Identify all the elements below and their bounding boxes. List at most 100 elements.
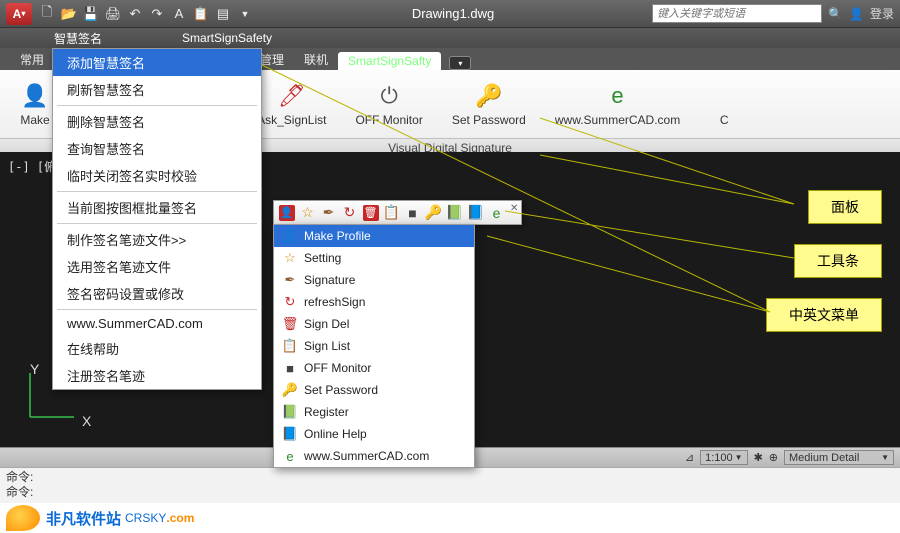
toolbar-btn-0[interactable]: 👤 xyxy=(277,203,296,222)
app-menu-button[interactable]: A▾ xyxy=(6,3,32,25)
title-bar: A▾ 🗋 📂 💾 🖨 ↶ ↷ A 📋 ▤ ▼ Drawing1.dwg 🔍 👤 … xyxy=(0,0,900,28)
cn-menu-item[interactable]: 临时关闭签名实时校验 xyxy=(53,162,261,189)
scale-control[interactable]: 1:100▼ xyxy=(700,450,747,465)
search-icon[interactable]: 🔍 xyxy=(828,7,843,21)
toolbar-btn-9[interactable]: 📘 xyxy=(466,203,485,222)
menu-item-icon: ✒ xyxy=(282,272,298,288)
en-menu-item[interactable]: 📋Sign List xyxy=(274,335,474,357)
logo-text-cn: 非凡软件站 xyxy=(46,508,121,529)
menu-item-label: Signature xyxy=(304,273,355,287)
viewport-label[interactable]: [-] [俯 xyxy=(8,158,56,175)
menu-cn[interactable]: 智慧签名 xyxy=(54,30,102,47)
paste-icon[interactable]: 📋 xyxy=(192,5,210,23)
cmd-prompt: 命令: xyxy=(6,485,894,500)
menu-item-icon: ■ xyxy=(282,360,298,376)
en-menu-item[interactable]: ewww.SummerCAD.com xyxy=(274,445,474,467)
ribbon-btn-6[interactable]: e www.SummerCAD.com xyxy=(541,74,695,134)
tab-online[interactable]: 联机 xyxy=(294,49,338,70)
cn-menu-item[interactable]: 刷新智慧签名 xyxy=(53,76,261,103)
menu-item-label: www.SummerCAD.com xyxy=(304,449,429,463)
layer-icon[interactable]: ▤ xyxy=(214,5,232,23)
print-icon[interactable]: 🖨 xyxy=(104,5,122,23)
menu-item-icon: 🗑 xyxy=(282,316,298,332)
en-menu-item[interactable]: ☆Setting xyxy=(274,247,474,269)
toolbar-btn-7[interactable]: 🔑 xyxy=(424,203,443,222)
ribbon-btn-5[interactable]: 🔑 Set Password xyxy=(438,74,541,134)
en-menu-item[interactable]: 👤Make Profile xyxy=(274,225,474,247)
menu-item-icon: 👤 xyxy=(282,228,298,244)
toolbar-btn-4[interactable]: 🗑 xyxy=(361,203,380,222)
cn-menu-item[interactable]: 添加智慧签名 xyxy=(53,49,261,76)
ribbon-btn-7[interactable]: C xyxy=(695,74,754,134)
logo-text-en: CRSKY.com xyxy=(125,511,194,525)
menu-item-icon: ☆ xyxy=(282,250,298,266)
new-icon[interactable]: 🗋 xyxy=(38,5,56,23)
ribbon-label: Make xyxy=(20,113,49,127)
scale-icon[interactable]: ⊿ xyxy=(685,451,694,464)
login-link[interactable]: 登录 xyxy=(870,5,894,22)
command-line[interactable]: 命令: 命令: xyxy=(0,467,900,503)
ribbon-label: Set Password xyxy=(452,113,526,127)
cn-context-menu: 添加智慧签名刷新智慧签名删除智慧签名查询智慧签名临时关闭签名实时校验当前图按图框… xyxy=(52,48,262,390)
status-icon2[interactable]: ⊕ xyxy=(769,451,778,464)
logo-icon xyxy=(6,505,40,531)
ribbon-btn-4[interactable]: ⏻OFF Monitor xyxy=(341,74,437,134)
status-icon[interactable]: ✱ xyxy=(754,451,763,464)
menu-en[interactable]: SmartSignSafety xyxy=(182,31,272,45)
qat-dropdown-icon[interactable]: ▼ xyxy=(236,5,254,23)
en-menu-item[interactable]: ■OFF Monitor xyxy=(274,357,474,379)
cn-menu-item[interactable]: 在线帮助 xyxy=(53,335,261,362)
callout-panel: 面板 xyxy=(808,190,882,224)
menu-item-label: Set Password xyxy=(304,383,378,397)
cn-menu-item[interactable]: 注册签名笔迹 xyxy=(53,362,261,389)
cn-menu-item[interactable]: 签名密码设置或修改 xyxy=(53,280,261,307)
en-menu-item[interactable]: 🔑Set Password xyxy=(274,379,474,401)
ribbon-icon: 🔑 xyxy=(474,81,504,111)
toolbar-btn-2[interactable]: ✒ xyxy=(319,203,338,222)
document-title: Drawing1.dwg xyxy=(254,6,652,21)
tab-overflow-icon[interactable]: ▾ xyxy=(449,56,471,70)
tab-common[interactable]: 常用 xyxy=(10,49,54,70)
ribbon-label: OFF Monitor xyxy=(355,113,422,127)
toolbar-btn-3[interactable]: ↻ xyxy=(340,203,359,222)
ribbon-icon: 👤 xyxy=(20,81,50,111)
toolbar-btn-1[interactable]: ☆ xyxy=(298,203,317,222)
detail-control[interactable]: Medium Detail▼ xyxy=(784,450,894,465)
search-input[interactable] xyxy=(652,4,822,23)
cn-menu-item[interactable]: 当前图按图框批量签名 xyxy=(53,194,261,221)
save-icon[interactable]: 💾 xyxy=(82,5,100,23)
tab-smartsign[interactable]: SmartSignSafty xyxy=(338,52,441,70)
cn-menu-item[interactable]: 查询智慧签名 xyxy=(53,135,261,162)
anno-icon[interactable]: A xyxy=(170,5,188,23)
ribbon-label: www.SummerCAD.com xyxy=(555,113,680,127)
ribbon-label: C xyxy=(720,113,729,127)
redo-icon[interactable]: ↷ xyxy=(148,5,166,23)
menu-item-label: Sign Del xyxy=(304,317,349,331)
cn-menu-item[interactable]: 制作签名笔迹文件>> xyxy=(53,226,261,253)
toolbar-btn-5[interactable]: 📋 xyxy=(382,203,401,222)
menu-item-label: Sign List xyxy=(304,339,350,353)
menu-item-icon: 📘 xyxy=(282,426,298,442)
en-menu-item[interactable]: ↻refreshSign xyxy=(274,291,474,313)
cmd-history: 命令: xyxy=(6,470,894,485)
close-icon[interactable]: ✕ xyxy=(510,203,518,222)
floating-toolbar[interactable]: 👤☆✒↻🗑📋■🔑📗📘e✕ xyxy=(273,200,522,225)
toolbar-btn-10[interactable]: e xyxy=(487,203,506,222)
toolbar-btn-6[interactable]: ■ xyxy=(403,203,422,222)
en-menu-item[interactable]: 📗Register xyxy=(274,401,474,423)
en-menu-item[interactable]: 🗑 Sign Del xyxy=(274,313,474,335)
en-menu-item[interactable]: 📘Online Help xyxy=(274,423,474,445)
cn-menu-item[interactable]: www.SummerCAD.com xyxy=(53,312,261,335)
en-menu-item[interactable]: ✒ Signature xyxy=(274,269,474,291)
watermark: 非凡软件站 CRSKY.com xyxy=(0,503,900,533)
en-context-menu: 👤Make Profile☆Setting ✒ Signature ↻refreshS… xyxy=(273,224,475,468)
open-icon[interactable]: 📂 xyxy=(60,5,78,23)
undo-icon[interactable]: ↶ xyxy=(126,5,144,23)
cn-menu-item[interactable]: 选用签名笔迹文件 xyxy=(53,253,261,280)
ribbon-label: Ask_SignList xyxy=(257,113,326,127)
toolbar-btn-8[interactable]: 📗 xyxy=(445,203,464,222)
cn-menu-item[interactable]: 删除智慧签名 xyxy=(53,108,261,135)
ribbon-icon: e xyxy=(603,81,633,111)
user-icon[interactable]: 👤 xyxy=(849,7,864,21)
menu-item-icon: 📗 xyxy=(282,404,298,420)
